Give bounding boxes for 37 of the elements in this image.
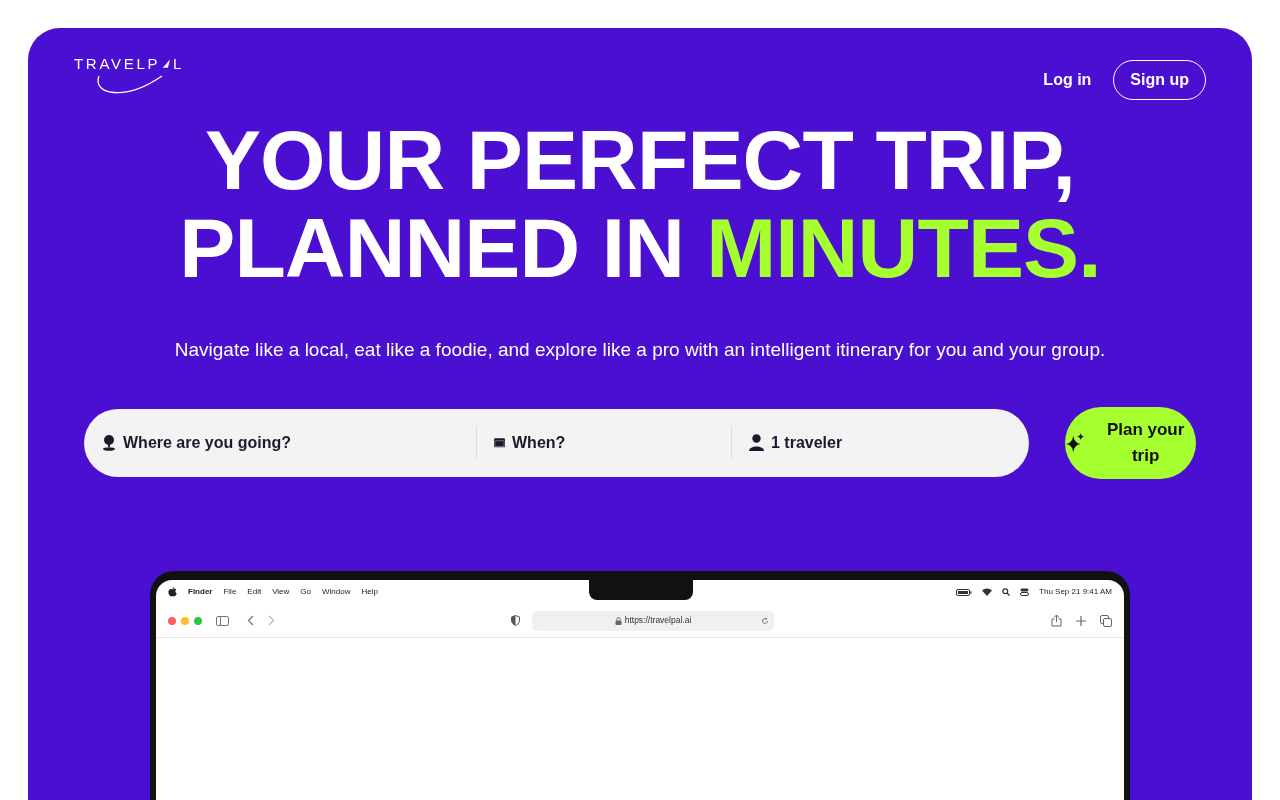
pin-icon (102, 434, 116, 451)
travelers-field[interactable]: 1 traveler (771, 430, 1011, 455)
person-icon (749, 434, 764, 451)
wifi-icon[interactable] (982, 588, 993, 596)
plus-icon[interactable] (1076, 615, 1086, 626)
share-icon[interactable] (1051, 614, 1062, 627)
headline: PLANNED IN (179, 204, 685, 292)
sparkle-icon (1065, 431, 1086, 454)
subtitle: Navigate like a local, eat like a foodie, and explore like a pro with an intelligent itinerary for you and your group. (174, 338, 1106, 362)
menu-bar-item[interactable]: File (223, 586, 237, 598)
shield-icon[interactable] (511, 615, 520, 626)
menu-bar-item[interactable]: Finder (188, 586, 213, 598)
calendar-icon (494, 435, 505, 450)
address-bar[interactable]: https://travelpal.ai (532, 610, 774, 631)
search-icon[interactable] (1002, 588, 1011, 596)
headline: YOUR PERFECT TRIP, (203, 116, 1077, 204)
apple-icon[interactable] (168, 587, 177, 597)
date-field[interactable]: When? (512, 430, 731, 455)
menu-bar-item[interactable]: Help (361, 586, 378, 598)
headline-highlight: MINUTES. (706, 204, 1101, 292)
menu-bar-clock[interactable]: Thu Sep 21 9:41 AM (1039, 586, 1112, 598)
tabs-icon[interactable] (1100, 614, 1112, 627)
log-in-link[interactable]: Log in (1043, 68, 1092, 92)
menu-bar-item[interactable]: Edit (247, 586, 262, 598)
lock-icon (614, 616, 622, 625)
window-controls[interactable] (168, 616, 202, 625)
reload-icon[interactable] (761, 616, 769, 625)
sidebar-icon[interactable] (216, 615, 229, 626)
destination-field[interactable]: Where are you going? (123, 430, 363, 455)
menu-bar-item[interactable]: Window (322, 586, 351, 598)
back-icon[interactable] (247, 615, 254, 626)
battery-icon[interactable] (956, 588, 973, 596)
travelpal-logo[interactable]: TRAVELP L (74, 56, 184, 102)
menu-bar-item[interactable]: Go (300, 586, 311, 598)
toggle-icon[interactable] (1020, 588, 1030, 596)
menu-bar-item[interactable]: View (272, 586, 290, 598)
plan-trip-button[interactable]: Plan your trip (1065, 406, 1196, 479)
